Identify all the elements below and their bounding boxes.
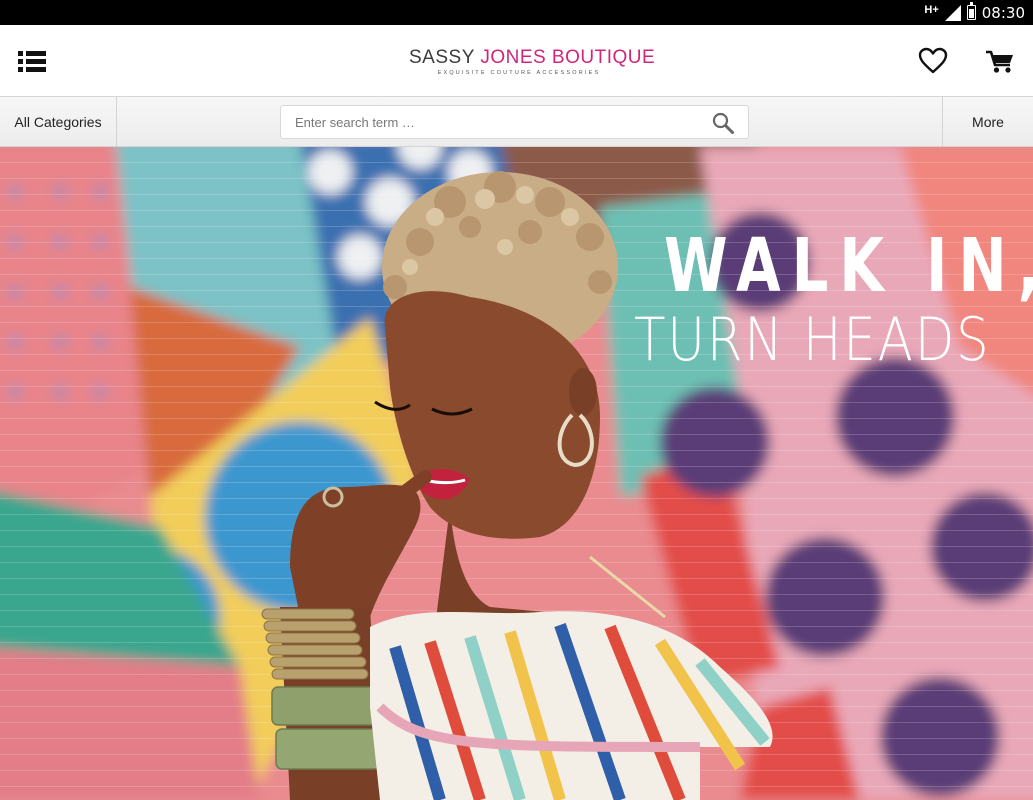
cart-button[interactable]: [984, 46, 1016, 76]
search-toolbar: All Categories More: [0, 97, 1033, 147]
battery-icon: [966, 2, 976, 20]
search-icon[interactable]: [712, 112, 734, 134]
signal-icon: [944, 4, 961, 21]
search-box: [280, 105, 749, 139]
cart-icon: [986, 50, 1013, 73]
clock: 08:30: [981, 3, 1025, 22]
network-indicator: H+: [924, 3, 939, 16]
hero-headline-line2: TURN HEADS: [634, 305, 991, 375]
search-input[interactable]: [295, 106, 695, 138]
wishlist-button[interactable]: [918, 47, 948, 75]
more-button[interactable]: More: [942, 97, 1033, 146]
hero-banner[interactable]: WALK IN, TURN HEADS: [0, 147, 1033, 800]
all-categories-button[interactable]: All Categories: [0, 97, 117, 146]
menu-button[interactable]: [18, 48, 48, 74]
logo-text-part1: SASSY: [409, 47, 481, 68]
logo-text-part2: JONES BOUTIQUE: [480, 47, 656, 68]
hero-headline-line1: WALK IN,: [664, 223, 1033, 309]
status-bar: H+ 08:30: [0, 0, 1033, 25]
logo-tagline: EXQUISITE COUTURE ACCESSORIES: [437, 70, 601, 76]
brand-logo[interactable]: SASSY JONES BOUTIQUE EXQUISITE COUTURE A…: [409, 47, 655, 76]
heart-icon: [918, 47, 948, 74]
app-header: SASSY JONES BOUTIQUE EXQUISITE COUTURE A…: [0, 25, 1033, 97]
